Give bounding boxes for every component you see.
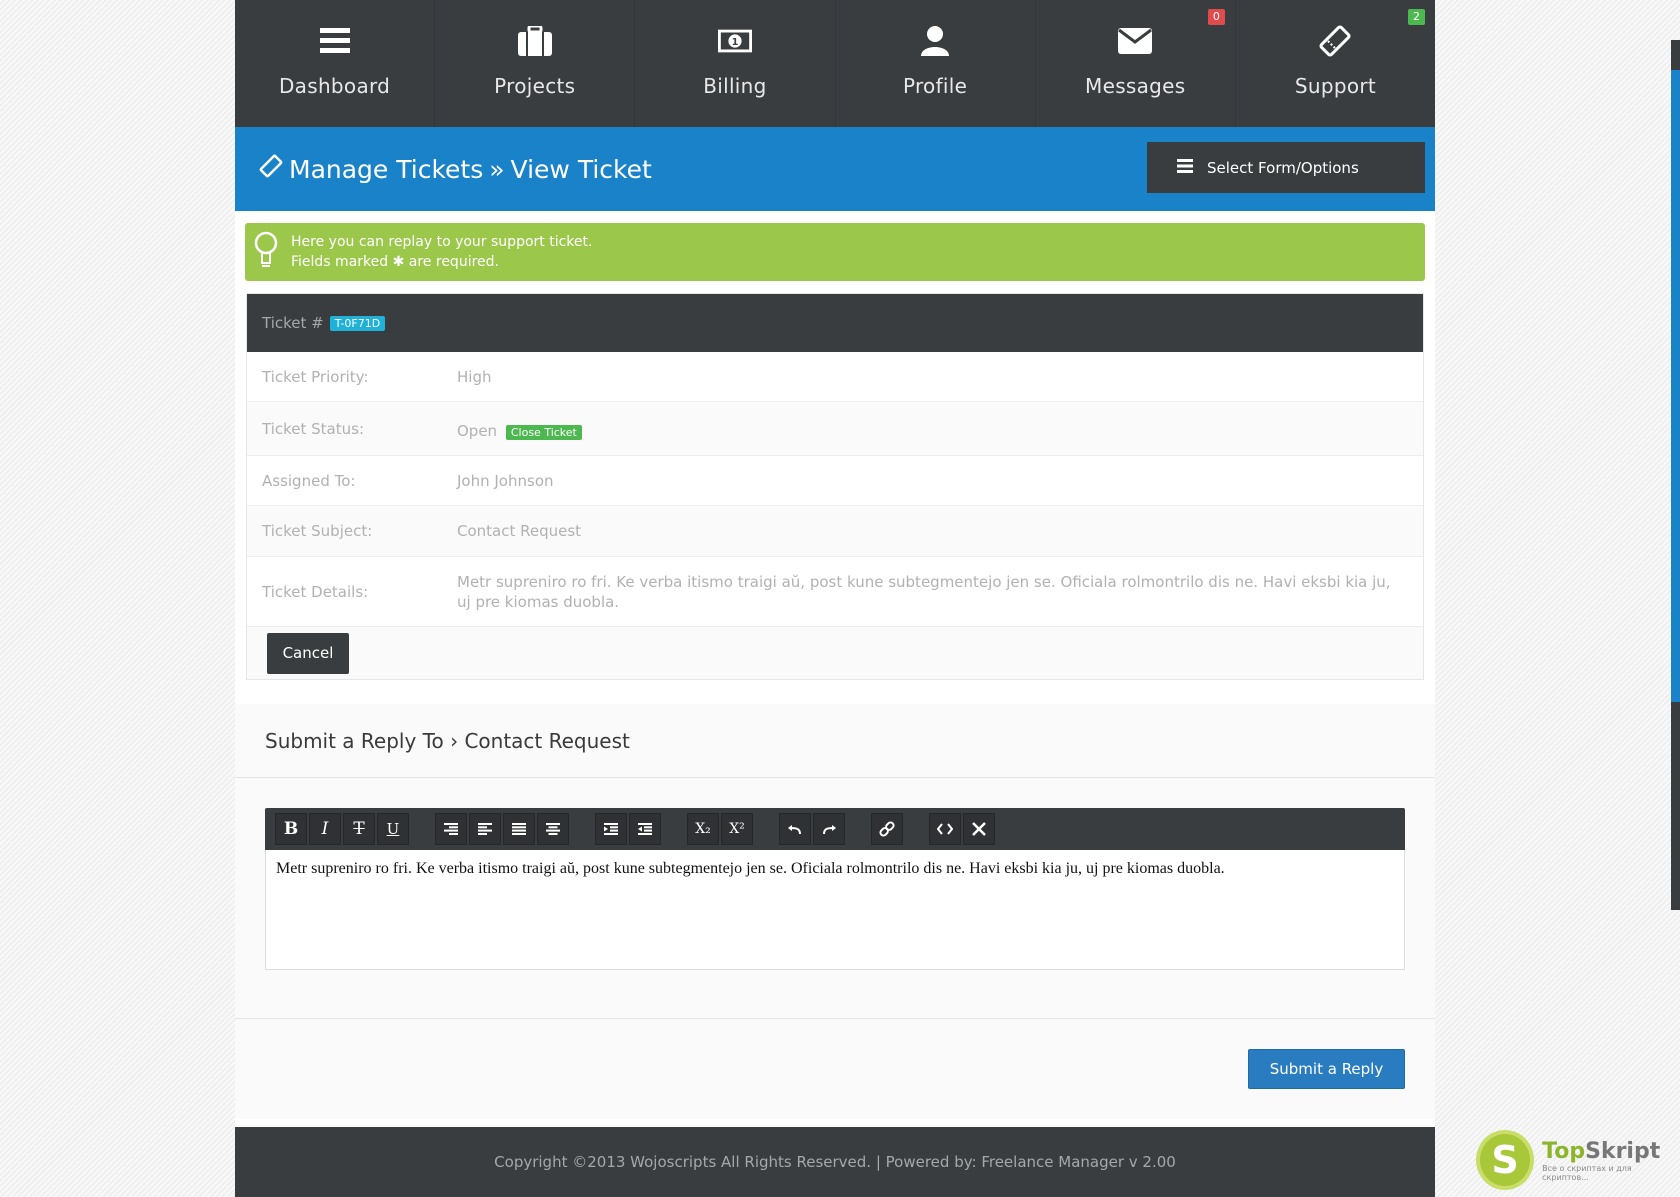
messages-badge: 0 [1207,9,1225,25]
align-left-icon[interactable] [469,813,501,845]
outdent-icon[interactable] [629,813,661,845]
ticket-row-priority: Ticket Priority: High [247,352,1423,402]
side-accent-strip [1671,40,1680,910]
required-asterisk-icon: ✱ [392,254,405,270]
user-icon [918,24,952,58]
nav-label: Profile [902,74,968,98]
ticket-row-subject: Ticket Subject: Contact Request [247,506,1423,557]
align-center-icon[interactable] [537,813,569,845]
submit-row: Submit a Reply [235,1019,1435,1119]
alert-line-1: Here you can replay to your support tick… [291,234,593,250]
nav-label: Messages [1085,74,1186,98]
reply-editor[interactable]: Metr supreniro ro fri. Ke verba itismo t… [265,850,1405,970]
topskript-tagline: Все о скриптах и для скриптов... [1542,1163,1632,1182]
nav-item-support[interactable]: 2 Support [1236,0,1435,127]
reply-title: Submit a Reply To › Contact Request [235,704,1435,778]
bars-icon [318,24,352,58]
nav-label: Projects [494,74,576,98]
bold-button[interactable]: B [275,813,307,845]
money-icon: 1 [717,24,752,58]
ticket-icon [259,154,283,184]
status-value: Open [457,421,498,440]
briefcase-icon [517,24,552,58]
topskript-watermark: S TopSkript Все о скриптах и для скрипто… [1476,1128,1676,1192]
nav-item-projects[interactable]: Projects [435,0,636,127]
subscript-button[interactable]: X₂ [687,813,719,845]
undo-icon[interactable] [779,813,811,845]
breadcrumb-separator: » [489,154,505,184]
page-header: Manage Tickets » View Ticket Select Form… [235,127,1435,211]
footer: Copyright ©2013 Wojoscripts All Rights R… [235,1127,1435,1197]
cancel-button[interactable]: Cancel [267,632,349,674]
nav-label: Billing [703,74,767,98]
page-container: Dashboard Projects 1 Billing Profile 0 M… [235,0,1435,1197]
ticket-panel: Ticket # T-0F71D Ticket Priority: High T… [246,293,1424,680]
submit-reply-button[interactable]: Submit a Reply [1248,1049,1405,1089]
ticket-actions: Cancel [247,627,1423,679]
superscript-button[interactable]: X² [721,813,753,845]
ticket-label: Ticket # [262,314,324,332]
nav-item-billing[interactable]: 1 Billing [635,0,836,127]
close-ticket-button[interactable]: Close Ticket [505,424,582,440]
nav-item-dashboard[interactable]: Dashboard [235,0,436,127]
nav-item-profile[interactable]: Profile [836,0,1036,127]
italic-button[interactable]: I [309,813,341,845]
topskript-logo-icon: S [1476,1130,1535,1190]
nav-label: Dashboard [278,74,391,98]
ticket-row-assigned: Assigned To: John Johnson [247,456,1423,506]
editor-toolbar: B I T U X₂ X² [265,808,1405,850]
page-title: Manage Tickets » View Ticket [259,154,652,184]
ticket-icon [1318,24,1352,58]
redo-icon[interactable] [813,813,845,845]
top-navigation: Dashboard Projects 1 Billing Profile 0 M… [235,0,1435,127]
ticket-header: Ticket # T-0F71D [247,294,1423,352]
link-icon[interactable] [871,813,903,845]
topskript-brand: TopSkript [1542,1138,1661,1164]
info-alert: Here you can replay to your support tick… [245,223,1425,281]
svg-text:1: 1 [732,37,739,48]
clear-formatting-icon[interactable] [963,813,995,845]
copyright-text: Copyright ©2013 Wojoscripts All Rights R… [494,1153,1176,1171]
reply-section: Submit a Reply To › Contact Request B I … [235,704,1435,1119]
code-view-icon[interactable] [929,813,961,845]
support-badge: 2 [1408,9,1426,25]
ticket-row-details: Ticket Details: Metr supreniro ro fri. K… [247,557,1423,627]
select-form-options-button[interactable]: Select Form/Options [1147,142,1425,193]
breadcrumb-manage-tickets[interactable]: Manage Tickets [289,155,483,184]
ticket-row-status: Ticket Status: Open Close Ticket [247,402,1423,456]
ticket-id-badge: T-0F71D [329,315,386,331]
alert-line-2: Fields marked ✱ are required. [291,254,499,270]
select-form-options-label: Select Form/Options [1207,158,1359,177]
align-justify-icon[interactable] [503,813,535,845]
nav-item-messages[interactable]: 0 Messages [1036,0,1236,127]
strikethrough-button[interactable]: T [343,813,375,845]
envelope-icon [1118,24,1153,58]
indent-icon[interactable] [595,813,627,845]
align-right-icon[interactable] [435,813,467,845]
underline-button[interactable]: U [377,813,409,845]
bars-icon [1177,158,1193,177]
nav-label: Support [1294,74,1377,98]
lightbulb-icon [253,231,279,273]
breadcrumb-view-ticket: View Ticket [510,154,652,184]
editor-wrapper: B I T U X₂ X² Metr supreniro ro fri. Ke … [235,778,1435,1019]
